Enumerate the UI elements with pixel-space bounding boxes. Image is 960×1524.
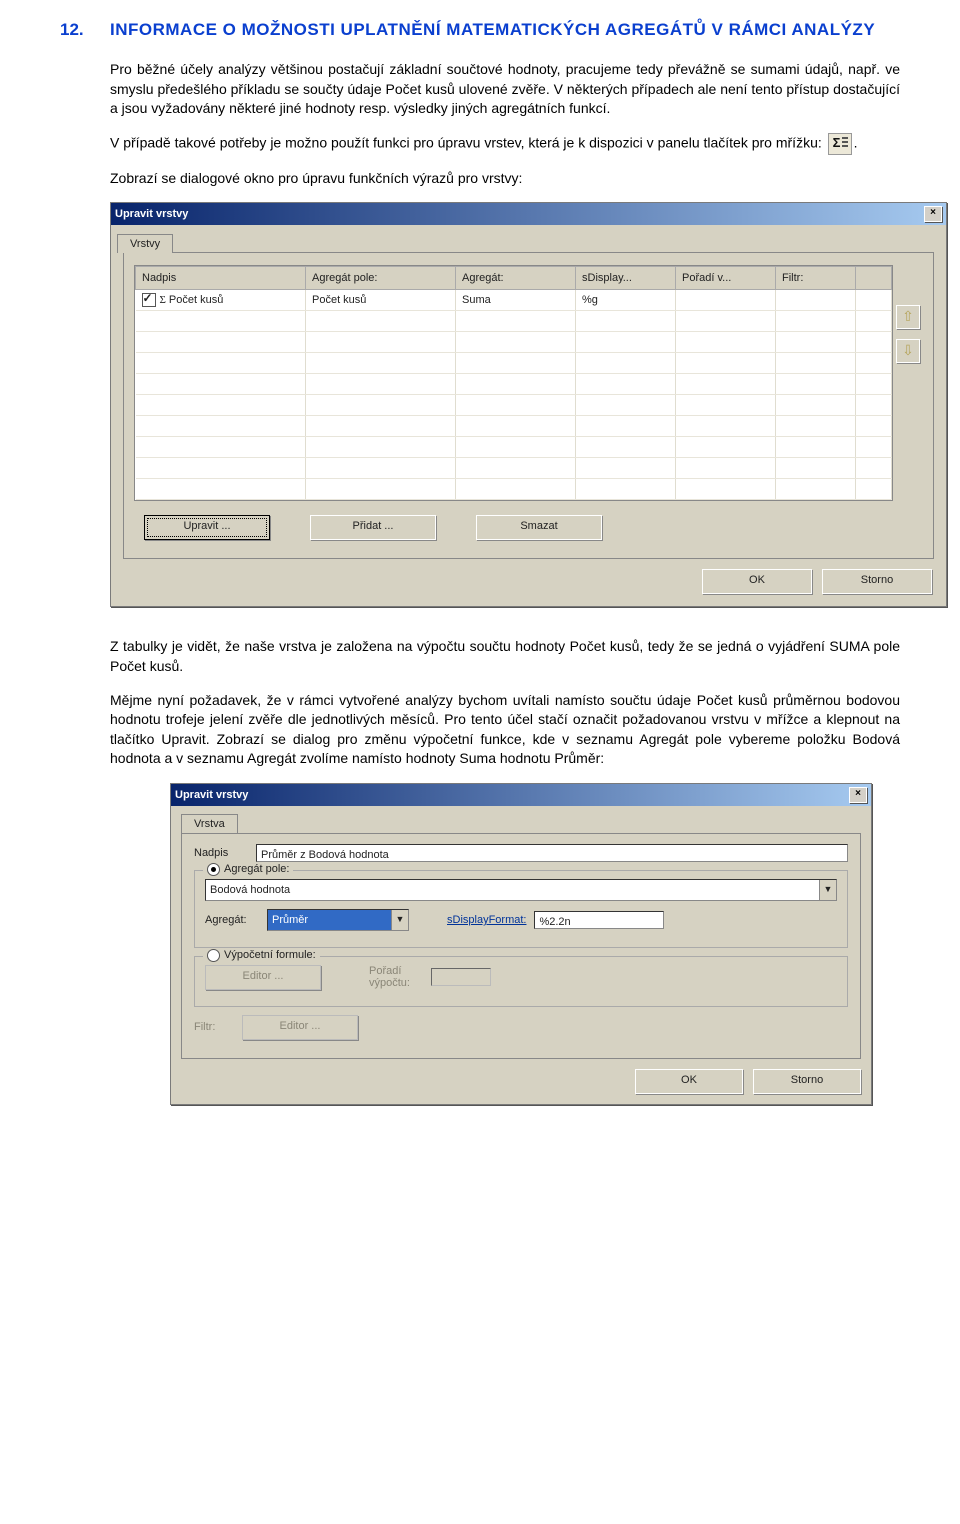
- pridat-button[interactable]: Přidat ...: [310, 515, 436, 540]
- heading-title: INFORMACE O MOŽNOSTI UPLATNĚNÍ MATEMATIC…: [110, 20, 900, 40]
- dialog1-titlebar[interactable]: Upravit vrstvy ×: [111, 203, 946, 225]
- move-down-button[interactable]: ⇩: [896, 339, 920, 363]
- storno-button[interactable]: Storno: [753, 1069, 861, 1094]
- paragraph-3: Zobrazí se dialogové okno pro úpravu fun…: [110, 169, 900, 189]
- agregat-pole-value: Bodová hodnota: [206, 880, 819, 900]
- table-row[interactable]: [136, 311, 892, 332]
- ok-button[interactable]: OK: [635, 1069, 743, 1094]
- sigma-grid-icon: [828, 133, 852, 155]
- table-row[interactable]: [136, 479, 892, 500]
- upravit-button[interactable]: Upravit ...: [144, 515, 270, 540]
- chevron-down-icon[interactable]: ▼: [819, 880, 836, 900]
- agregat-pole-label: Agregát pole:: [224, 863, 289, 875]
- col-agregat[interactable]: Agregát:: [456, 267, 576, 290]
- sdisplayformat-input[interactable]: %2.2n: [534, 911, 664, 929]
- dialog-upravit-vrstvy: Upravit vrstvy × Vrstvy Nadpis Agregát p…: [110, 202, 947, 607]
- filtr-editor-button: Editor ...: [242, 1015, 358, 1040]
- col-nadpis[interactable]: Nadpis: [136, 267, 306, 290]
- storno-button[interactable]: Storno: [822, 569, 932, 594]
- dialog1-title: Upravit vrstvy: [115, 208, 188, 220]
- tab-vrstvy[interactable]: Vrstvy: [117, 234, 173, 253]
- table-row[interactable]: [136, 374, 892, 395]
- paragraph-5: Mějme nyní požadavek, že v rámci vytvoře…: [110, 691, 900, 769]
- col-poradi[interactable]: Pořadí v...: [676, 267, 776, 290]
- table-row[interactable]: [136, 395, 892, 416]
- nadpis-input[interactable]: Průměr z Bodová hodnota: [256, 844, 848, 862]
- tab-vrstva[interactable]: Vrstva: [181, 814, 238, 833]
- layers-grid[interactable]: Nadpis Agregát pole: Agregát: sDisplay..…: [134, 265, 893, 501]
- col-filtr[interactable]: Filtr:: [776, 267, 856, 290]
- smazat-button[interactable]: Smazat: [476, 515, 602, 540]
- move-up-button[interactable]: ⇧: [896, 305, 920, 329]
- agregat-label: Agregát:: [205, 914, 259, 926]
- cell-filtr: [776, 290, 856, 311]
- section-heading: 12. INFORMACE O MOŽNOSTI UPLATNĚNÍ MATEM…: [60, 20, 900, 40]
- vypocetni-formule-label: Výpočetní formule:: [224, 949, 316, 961]
- grid-header-row: Nadpis Agregát pole: Agregát: sDisplay..…: [136, 267, 892, 290]
- chevron-down-icon[interactable]: ▼: [391, 910, 408, 930]
- poradi-vypoctu-label: Pořadí výpočtu:: [369, 965, 423, 989]
- table-row[interactable]: [136, 332, 892, 353]
- sigma-icon: Σ: [160, 294, 166, 306]
- paragraph-2a: V případě takové potřeby je možno použít…: [110, 134, 826, 150]
- agregat-pole-radio[interactable]: [207, 863, 220, 876]
- paragraph-4: Z tabulky je vidět, že naše vrstva je za…: [110, 637, 900, 676]
- paragraph-2: V případě takové potřeby je možno použít…: [110, 133, 900, 155]
- table-row[interactable]: [136, 437, 892, 458]
- close-icon[interactable]: ×: [849, 787, 867, 803]
- col-sdisplay[interactable]: sDisplay...: [576, 267, 676, 290]
- dialog2-titlebar[interactable]: Upravit vrstvy ×: [171, 784, 871, 806]
- paragraph-2b: .: [854, 134, 858, 150]
- table-row[interactable]: [136, 416, 892, 437]
- dialog-upravit-vrstva: Upravit vrstvy × Vrstva Nadpis Průměr z …: [170, 783, 872, 1105]
- cell-nadpis: Počet kusů: [169, 294, 223, 306]
- poradi-vypoctu-input: [431, 968, 491, 986]
- paragraph-1: Pro běžné účely analýzy většinou postaču…: [110, 60, 900, 119]
- editor-button: Editor ...: [205, 965, 321, 990]
- agregat-combo[interactable]: Průměr ▼: [267, 909, 409, 931]
- filtr-label: Filtr:: [194, 1021, 234, 1033]
- cell-agregat: Suma: [456, 290, 576, 311]
- col-agregat-pole[interactable]: Agregát pole:: [306, 267, 456, 290]
- nadpis-label: Nadpis: [194, 847, 248, 859]
- cell-sdisplay: %g: [576, 290, 676, 311]
- agregat-pole-group: Agregát pole: Bodová hodnota ▼ Agregát: …: [194, 870, 848, 948]
- table-row[interactable]: [136, 458, 892, 479]
- cell-poradi: [676, 290, 776, 311]
- table-row[interactable]: [136, 353, 892, 374]
- heading-number: 12.: [60, 20, 110, 40]
- dialog2-title: Upravit vrstvy: [175, 789, 248, 801]
- agregat-value: Průměr: [268, 910, 391, 930]
- cell-agpole: Počet kusů: [306, 290, 456, 311]
- col-spacer: [856, 267, 892, 290]
- sdisplayformat-label[interactable]: sDisplayFormat:: [447, 914, 526, 926]
- table-row[interactable]: ΣPočet kusů Počet kusů Suma %g: [136, 290, 892, 311]
- close-icon[interactable]: ×: [924, 206, 942, 222]
- agregat-pole-combo[interactable]: Bodová hodnota ▼: [205, 879, 837, 901]
- vypocetni-formule-radio[interactable]: [207, 949, 220, 962]
- vypocetni-formule-group: Výpočetní formule: Editor ... Pořadí výp…: [194, 956, 848, 1007]
- row-checkbox[interactable]: [142, 293, 156, 307]
- ok-button[interactable]: OK: [702, 569, 812, 594]
